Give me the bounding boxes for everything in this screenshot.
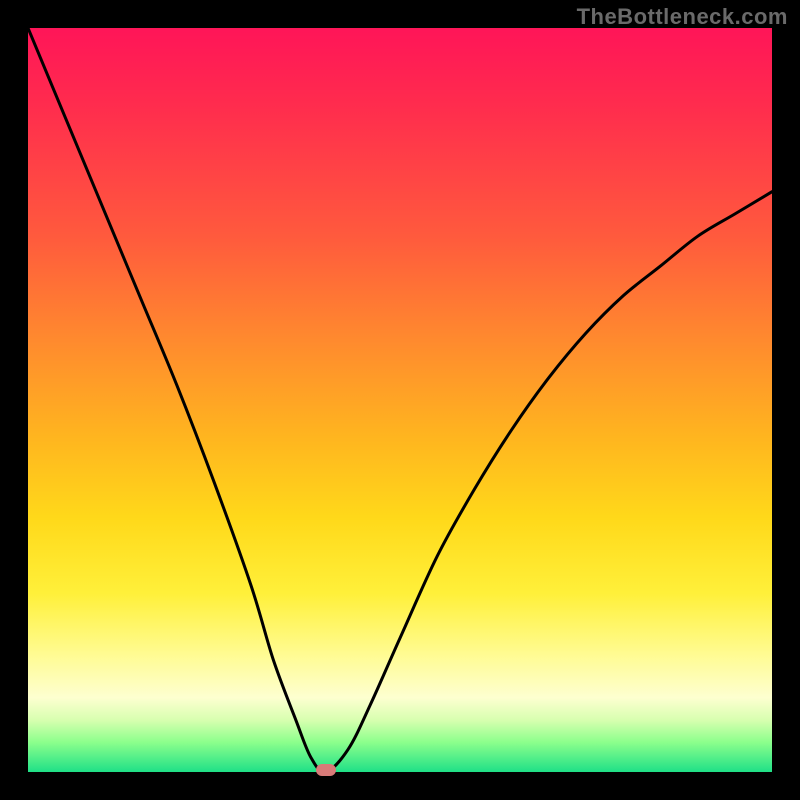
chart-frame: TheBottleneck.com xyxy=(0,0,800,800)
bottleneck-curve xyxy=(28,28,772,772)
watermark-text: TheBottleneck.com xyxy=(577,4,788,30)
minimum-marker xyxy=(316,764,336,776)
plot-outer xyxy=(28,28,772,772)
